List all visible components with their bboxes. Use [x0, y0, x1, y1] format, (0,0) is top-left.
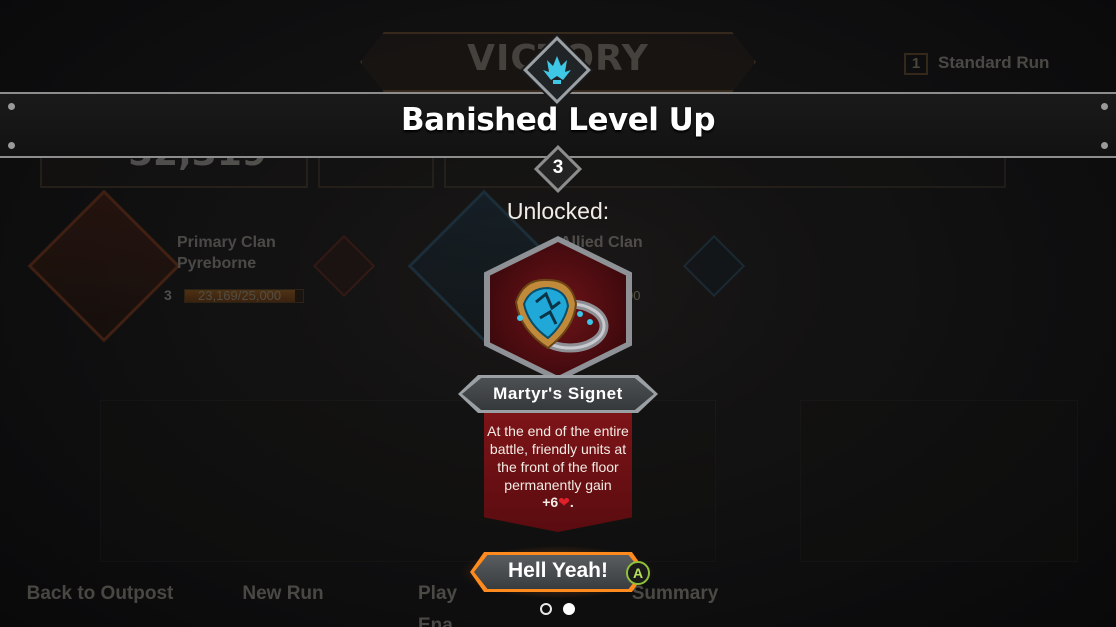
ring-relic-icon: [514, 278, 609, 353]
heart-icon: ❤: [558, 494, 570, 510]
bonus-suffix: .: [569, 494, 574, 510]
hell-yeah-button[interactable]: [470, 552, 646, 592]
banished-clan-icon: [543, 56, 571, 84]
page-indicator-dot-1[interactable]: [540, 603, 552, 615]
reward-name: Martyr's Signet: [493, 384, 623, 403]
rivet-icon: [1101, 142, 1108, 149]
rivet-icon: [8, 142, 15, 149]
description-line: permanently gain: [504, 477, 612, 493]
description-line: battle, friendly units at: [489, 441, 627, 457]
page-indicator-dot-2[interactable]: [563, 603, 575, 615]
unlocked-label: Unlocked:: [506, 198, 610, 224]
a-button-icon: A: [626, 561, 650, 585]
dialog-title: Banished Level Up: [400, 102, 716, 138]
reward-description: At the end of the entire battle, friendl…: [486, 422, 630, 494]
description-line: At the end of the entire: [487, 423, 629, 439]
level-number: 3: [552, 157, 564, 178]
description-line: the front of the floor: [497, 459, 619, 475]
bonus-value: +6: [542, 494, 559, 510]
reward-bonus: +6❤.: [486, 494, 630, 511]
